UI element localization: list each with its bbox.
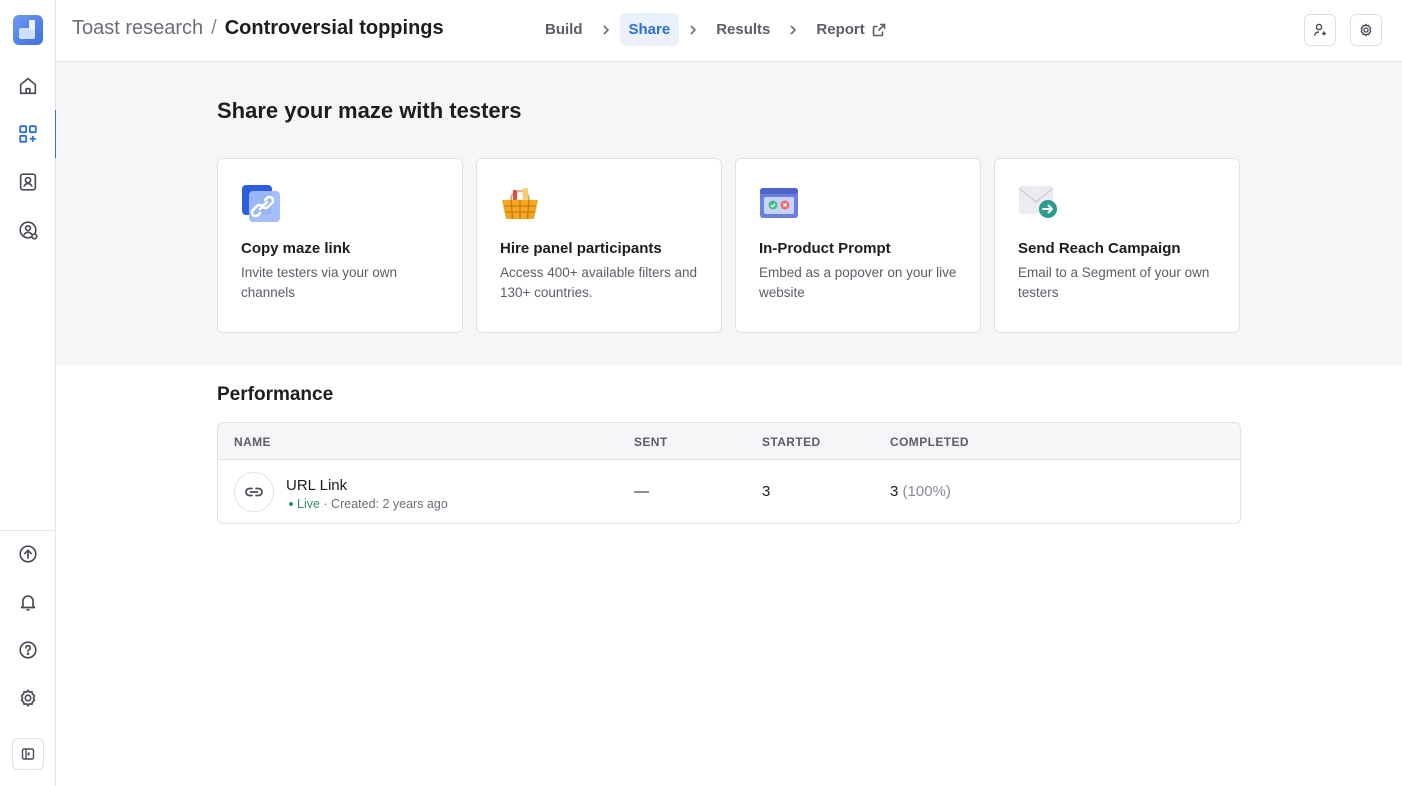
completed-count: 3	[890, 483, 899, 500]
basket-icon	[500, 183, 540, 223]
performance-table: NAME SENT STARTED COMPLETED URL Link Liv…	[217, 422, 1241, 524]
performance-title: Performance	[217, 384, 334, 405]
column-header-sent: SENT	[634, 435, 668, 449]
column-header-name: NAME	[234, 435, 271, 449]
prompt-icon	[759, 183, 799, 223]
step-results-label: Results	[716, 21, 771, 38]
column-header-started: STARTED	[762, 435, 821, 449]
invite-user-button[interactable]	[1304, 14, 1336, 46]
sidebar-toggle-icon	[21, 748, 35, 760]
card-description: Email to a Segment of your own testers	[1018, 265, 1210, 300]
mazes-icon[interactable]	[0, 110, 57, 158]
chevron-right-icon	[679, 24, 707, 36]
notifications-icon[interactable]	[0, 578, 56, 626]
home-icon[interactable]	[0, 62, 56, 110]
link-icon	[234, 472, 274, 512]
table-row[interactable]: URL Link Live · Created: 2 years ago — 3…	[218, 460, 1240, 523]
step-build-label: Build	[545, 21, 583, 38]
sidebar	[0, 0, 57, 786]
link-icon	[241, 183, 281, 223]
share-title: Share your maze with testers	[217, 98, 522, 123]
copy-maze-link-card[interactable]: Copy maze link Invite testers via your o…	[217, 158, 463, 333]
breadcrumb: Toast research / Controversial toppings	[72, 17, 444, 40]
step-build[interactable]: Build	[536, 13, 592, 46]
completed-percent: (100%)	[902, 483, 951, 500]
chevron-right-icon	[779, 24, 807, 36]
breadcrumb-parent[interactable]: Toast research	[72, 17, 203, 39]
share-section: Share your maze with testers Copy maze l…	[56, 62, 1402, 366]
workflow-steps: Build Share Results Report	[536, 13, 896, 46]
top-header: Toast research / Controversial toppings Bu…	[56, 0, 1402, 62]
step-report-label: Report	[816, 21, 865, 38]
card-description: Invite testers via your own channels	[241, 265, 398, 300]
step-report[interactable]: Report	[807, 13, 895, 46]
card-title: In-Product Prompt	[759, 240, 891, 257]
participants-icon[interactable]	[0, 206, 56, 254]
share-options: Copy maze link Invite testers via your o…	[217, 158, 1240, 333]
contacts-icon[interactable]	[0, 158, 56, 206]
card-description: Access 400+ available filters and 130+ c…	[500, 265, 697, 300]
card-title: Hire panel participants	[500, 240, 662, 257]
invite-user-icon	[1313, 23, 1326, 36]
external-link-icon	[872, 23, 886, 36]
cell-started: 3	[762, 483, 771, 500]
live-dot-icon	[289, 501, 293, 506]
step-share[interactable]: Share	[619, 13, 680, 46]
chevron-right-icon	[592, 24, 620, 36]
settings-icon	[1360, 23, 1372, 37]
table-header: NAME SENT STARTED COMPLETED	[218, 423, 1240, 460]
row-meta: Live · Created: 2 years ago	[289, 497, 448, 511]
status-live: Live	[297, 497, 320, 511]
settings-button[interactable]	[1350, 14, 1382, 46]
collapse-sidebar-button[interactable]	[12, 738, 44, 770]
created-date: Created: 2 years ago	[331, 497, 448, 511]
card-description: Embed as a popover on your live website	[759, 265, 957, 300]
breadcrumb-separator: /	[211, 17, 217, 39]
row-name: URL Link	[286, 477, 348, 494]
help-icon[interactable]	[0, 626, 56, 674]
column-header-completed: COMPLETED	[890, 435, 969, 449]
step-share-label: Share	[628, 21, 671, 38]
in-product-prompt-card[interactable]: In-Product Prompt Embed as a popover on …	[735, 158, 981, 333]
card-title: Copy maze link	[241, 240, 351, 257]
cell-completed: 3 (100%)	[890, 483, 951, 500]
send-reach-campaign-card[interactable]: Send Reach Campaign Email to a Segment o…	[994, 158, 1240, 333]
workspace-logo[interactable]	[13, 15, 43, 45]
settings-icon[interactable]	[0, 674, 56, 722]
email-send-icon	[1018, 183, 1058, 223]
breadcrumb-current: Controversial toppings	[224, 17, 444, 39]
step-results[interactable]: Results	[707, 13, 779, 46]
cell-sent: —	[634, 483, 649, 500]
hire-panel-participants-card[interactable]: Hire panel participants Access 400+ avai…	[476, 158, 722, 333]
upgrade-icon[interactable]	[0, 530, 56, 578]
card-title: Send Reach Campaign	[1018, 240, 1181, 257]
